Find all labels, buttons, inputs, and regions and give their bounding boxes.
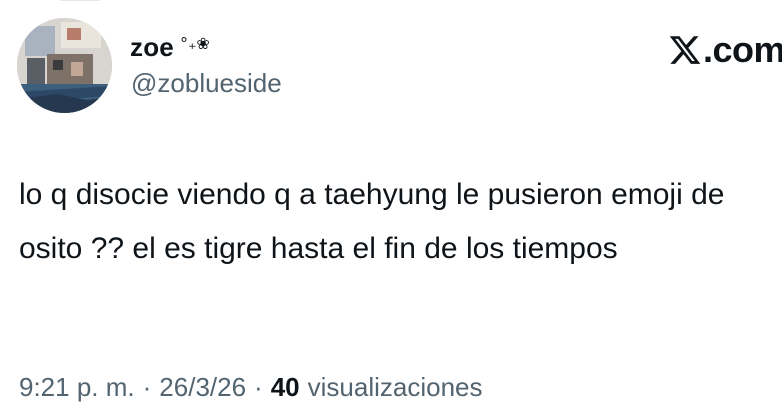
author-name-row: zoe °₊❀ [130, 30, 210, 64]
display-name[interactable]: zoe [130, 32, 174, 63]
tweet-time[interactable]: 9:21 p. m. [19, 372, 135, 403]
x-logo-icon [669, 36, 701, 64]
meta-separator: · [142, 372, 152, 402]
meta-separator: · [254, 372, 263, 402]
top-divider [60, 0, 100, 9]
views-count[interactable]: 40 [271, 372, 300, 403]
avatar[interactable] [17, 18, 112, 113]
tweet-date[interactable]: 26/3/26 [159, 372, 246, 403]
author-handle[interactable]: @zoblueside [131, 68, 282, 99]
tweet-meta: 9:21 p. m. · 26/3/26 · 40 visualizacione… [19, 372, 483, 403]
brand-text: .com [703, 29, 782, 70]
avatar-image [17, 18, 112, 113]
name-decoration: °₊❀ [179, 34, 210, 53]
tweet-text: lo q disocie viendo q a taehyung le pusi… [19, 178, 725, 265]
views-label[interactable]: visualizaciones [308, 372, 483, 403]
brand-watermark: .com [668, 29, 782, 70]
